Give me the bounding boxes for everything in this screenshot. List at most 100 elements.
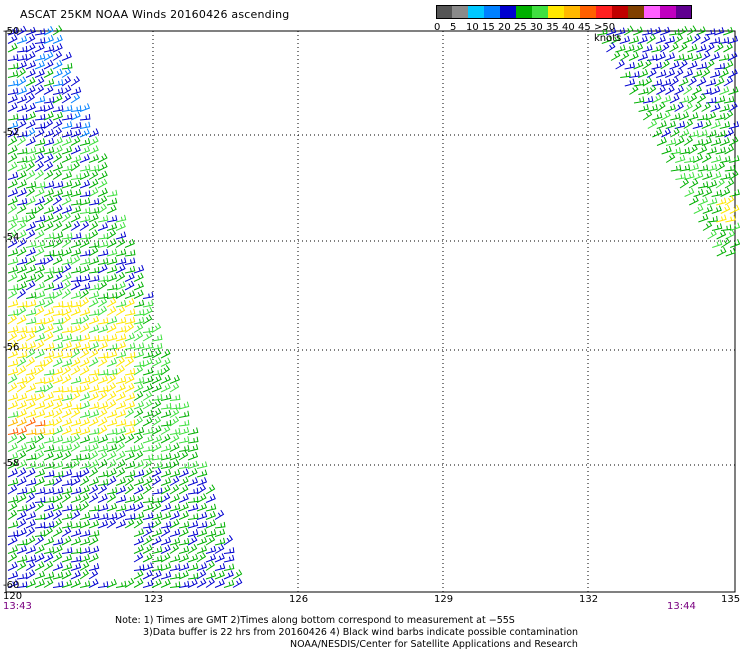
- wind-barb: [124, 513, 136, 520]
- wind-barb: [79, 365, 90, 376]
- wind-barb: [88, 535, 99, 546]
- wind-barb: [88, 145, 99, 155]
- wind-barb: [115, 477, 126, 486]
- wind-barb: [724, 164, 736, 172]
- wind-barb: [52, 509, 63, 520]
- wind-barb: [97, 341, 108, 350]
- legend-label: 25: [514, 22, 527, 33]
- wind-barb: [115, 503, 127, 512]
- wind-barb: [34, 298, 46, 308]
- wind-barb: [115, 494, 127, 503]
- wind-barb: [675, 154, 686, 163]
- wind-barb: [115, 237, 126, 248]
- wind-barb: [700, 34, 711, 44]
- wind-barb: [97, 450, 108, 461]
- wind-barb: [61, 401, 73, 410]
- wind-barb: [34, 264, 45, 274]
- wind-barb: [169, 554, 181, 563]
- wind-barb: [223, 547, 235, 554]
- wind-barb: [88, 529, 100, 537]
- wind-barb: [196, 511, 208, 520]
- note-line-2: 3)Data buffer is 22 hrs from 20160426 4)…: [143, 627, 579, 638]
- wind-barb: [716, 197, 727, 206]
- wind-barb: [232, 569, 243, 580]
- wind-barb: [642, 59, 652, 70]
- wind-barb: [700, 67, 711, 78]
- wind-barb: [687, 93, 698, 104]
- wind-barb: [7, 392, 19, 401]
- wind-barb: [660, 59, 670, 70]
- wind-barb: [61, 478, 73, 486]
- wind-barb: [52, 188, 64, 197]
- wind-barb: [52, 237, 63, 248]
- wind-barb: [187, 444, 199, 452]
- wind-barb: [656, 101, 666, 112]
- wind-barb: [25, 196, 36, 206]
- wind-barb: [656, 85, 666, 95]
- wind-barb: [133, 544, 144, 554]
- lat-label-58: -58: [3, 458, 20, 469]
- wind-barb: [169, 394, 181, 401]
- wind-barb: [43, 146, 55, 155]
- wind-barb: [43, 478, 55, 486]
- wind-barb: [715, 178, 725, 189]
- wind-barb: [7, 248, 19, 257]
- wind-barb: [205, 529, 217, 537]
- wind-barb: [16, 272, 27, 282]
- wind-barb: [674, 85, 685, 95]
- wind-barb: [160, 526, 171, 537]
- wind-barb: [25, 280, 36, 291]
- wind-barb: [124, 290, 136, 299]
- wind-barb: [34, 401, 46, 410]
- wind-barb: [79, 220, 90, 231]
- wind-barb: [673, 67, 684, 78]
- wind-barb: [16, 197, 28, 206]
- wind-barb: [25, 554, 37, 563]
- wind-barb: [679, 111, 690, 121]
- wind-barb: [70, 578, 81, 588]
- wind-barb: [214, 544, 225, 554]
- wind-barb: [106, 306, 117, 316]
- wind-barb: [196, 578, 207, 588]
- wind-barb: [43, 195, 54, 206]
- wind-barb: [88, 427, 100, 435]
- wind-barb: [79, 214, 91, 223]
- wind-barb: [610, 51, 621, 61]
- wind-barb: [7, 171, 19, 180]
- wind-barb: [169, 503, 181, 512]
- wind-barb: [88, 274, 100, 282]
- wind-barb: [34, 442, 45, 452]
- wind-barb: [34, 281, 46, 291]
- wind-barb: [106, 390, 117, 401]
- wind-barb: [715, 112, 726, 121]
- wind-barb: [142, 409, 154, 418]
- wind-barb: [124, 238, 135, 248]
- wind-barb: [70, 521, 82, 529]
- wind-barb: [160, 477, 172, 486]
- wind-barb: [725, 247, 736, 257]
- wind-barb: [97, 434, 109, 444]
- wind-barb: [97, 317, 109, 325]
- wind-barb: [88, 459, 99, 469]
- wind-barb: [16, 162, 28, 172]
- wind-barb: [160, 393, 172, 401]
- wind-barb: [124, 272, 135, 282]
- wind-barb: [115, 350, 127, 359]
- wind-barb: [720, 224, 732, 231]
- wind-barb: [70, 179, 81, 189]
- wind-barb: [678, 77, 689, 87]
- wind-barb: [52, 249, 64, 257]
- wind-barb: [97, 459, 108, 469]
- wind-barb: [106, 436, 118, 444]
- wind-barb: [106, 368, 118, 376]
- wind-barb: [25, 393, 37, 401]
- wind-barb: [142, 367, 154, 376]
- wind-barb: [720, 155, 731, 163]
- wind-barb: [670, 127, 680, 138]
- wind-barb: [25, 492, 36, 503]
- wind-barb: [52, 145, 63, 155]
- wind-barb: [7, 410, 19, 418]
- wind-barb: [7, 161, 18, 172]
- wind-barb: [142, 496, 154, 503]
- wind-barb: [665, 138, 677, 146]
